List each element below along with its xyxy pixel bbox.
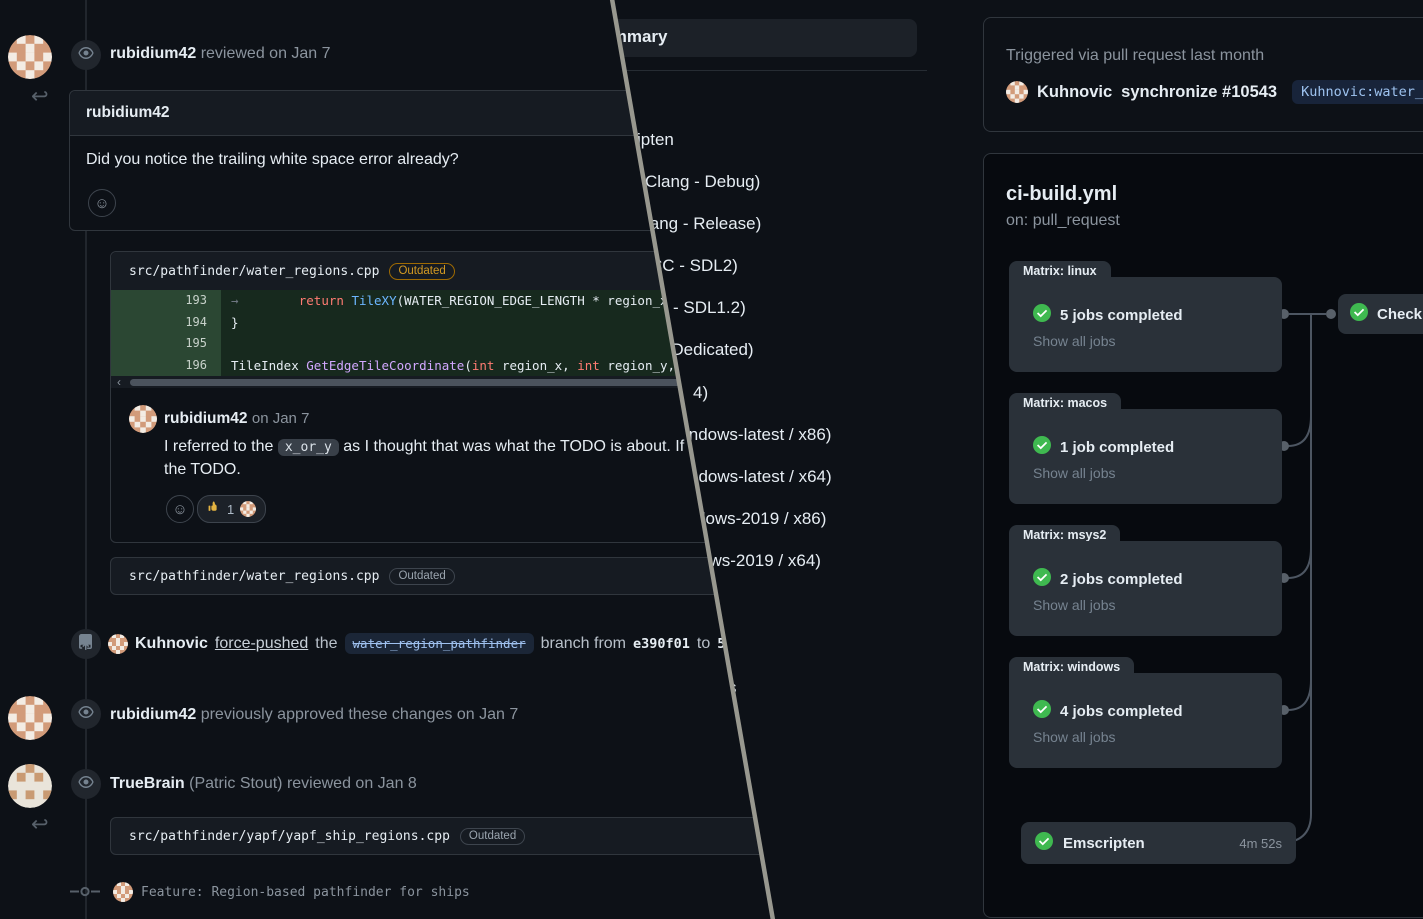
inline-comment-line2: the TODO. [164, 461, 241, 479]
outdated-badge: Outdated [389, 568, 454, 585]
matrix-card[interactable]: 1 job completed Show all jobs [1009, 409, 1282, 504]
avatar[interactable] [113, 882, 133, 902]
review-event: rubidium42 reviewed on Jan 7 [110, 45, 331, 63]
matrix-group-msys2[interactable]: Matrix: msys22 jobs completedShow all jo… [1009, 525, 1282, 637]
sidebar-job-item-fragment[interactable]: ipten [637, 130, 674, 150]
check-circle-icon [1033, 304, 1051, 326]
avatar[interactable] [1006, 81, 1028, 103]
repo-push-icon [71, 629, 101, 659]
eye-icon [71, 40, 101, 70]
avatar[interactable] [8, 696, 52, 740]
reaction-count: 1 [227, 502, 234, 517]
check-circle-icon [1350, 303, 1368, 326]
workflow-trigger: on: pull_request [1006, 212, 1120, 230]
show-all-jobs-link[interactable]: Show all jobs [1033, 333, 1116, 349]
job-name: Emscripten [1063, 835, 1145, 852]
matrix-status: 5 jobs completed [1060, 307, 1183, 324]
sidebar-job-item-fragment[interactable]: 4) [693, 383, 708, 403]
outdated-badge: Outdated [389, 263, 454, 280]
matrix-status: 2 jobs completed [1060, 571, 1183, 588]
file-path: src/pathfinder/water_regions.cpp [129, 264, 379, 279]
reply-arrow-icon: ↩ [31, 812, 49, 837]
matrix-group-windows[interactable]: Matrix: windows4 jobs completedShow all … [1009, 657, 1282, 769]
git-commit-icon [70, 884, 100, 904]
job-name: Check An [1377, 306, 1423, 323]
line-number[interactable]: 195 [111, 333, 221, 355]
eye-icon [71, 769, 101, 799]
line-number[interactable]: 196 [111, 355, 221, 377]
inline-meta: on Jan 7 [252, 410, 310, 427]
comment-body: Did you notice the trailing white space … [86, 151, 459, 169]
comment-author[interactable]: rubidium42 [86, 104, 170, 122]
force-push-action: force-pushed [215, 635, 308, 653]
show-all-jobs-link[interactable]: Show all jobs [1033, 597, 1116, 613]
outdated-badge: Outdated [460, 828, 525, 845]
avatar[interactable] [8, 35, 52, 79]
github-pr-composite: Summary iptenClang - Debug)lang - Releas… [0, 0, 1423, 919]
trigger-actor[interactable]: Kuhnovic [1037, 83, 1112, 102]
matrix-status: 1 job completed [1060, 439, 1174, 456]
force-push-event: Kuhnovic force-pushed the water_region_p… [108, 633, 806, 654]
trigger-row: Kuhnovic synchronize #10543 Kuhnovic:wat… [1006, 80, 1423, 104]
add-reaction-button[interactable]: ☺ [88, 189, 116, 217]
line-number[interactable]: 194 [111, 312, 221, 334]
job-duration: 4m 52s [1239, 836, 1282, 851]
reaction-pill[interactable]: 1 [197, 495, 266, 523]
job-node-check-annotations[interactable]: Check An [1338, 294, 1423, 334]
sidebar-job-item-fragment[interactable]: C - SDL1.2) [656, 298, 746, 318]
sidebar-job-item-fragment[interactable]: indows-latest / x86) [685, 425, 831, 445]
avatar[interactable] [108, 634, 128, 654]
sidebar-job-item-fragment[interactable]: dows-2019 / x86) [696, 509, 826, 529]
sidebar-job-item-fragment[interactable]: Clang - Debug) [645, 172, 760, 192]
force-push-actor[interactable]: Kuhnovic [135, 635, 208, 653]
matrix-group-macos[interactable]: Matrix: macos1 job completedShow all job… [1009, 393, 1282, 505]
check-circle-icon [1033, 700, 1051, 722]
thumbs-up-icon [207, 500, 221, 519]
scroll-left-arrow[interactable]: ‹ [117, 375, 121, 389]
inline-comment-header: rubidium42 on Jan 7 [164, 410, 309, 428]
eye-icon [71, 699, 101, 729]
review-event: TrueBrain (Patric Stout) reviewed on Jan… [110, 775, 417, 793]
matrix-card[interactable]: 2 jobs completed Show all jobs [1009, 541, 1282, 636]
commit-message[interactable]: Feature: Region-based pathfinder for shi… [141, 885, 470, 900]
inline-code-chip: x_or_y [278, 439, 339, 456]
reply-arrow-icon: ↩ [31, 84, 49, 109]
show-all-jobs-link[interactable]: Show all jobs [1033, 465, 1116, 481]
trigger-text: Triggered via pull request last month [1006, 47, 1264, 65]
add-reaction-button[interactable]: ☺ [166, 495, 194, 523]
avatar[interactable] [129, 405, 157, 433]
sidebar-job-item-fragment[interactable]: CC - SDL2) [650, 256, 738, 276]
approved-event: rubidium42 previously approved these cha… [110, 706, 518, 724]
show-all-jobs-link[interactable]: Show all jobs [1033, 729, 1116, 745]
file-path: src/pathfinder/yapf/yapf_ship_regions.cp… [129, 829, 450, 844]
file-path: src/pathfinder/water_regions.cpp [129, 569, 379, 584]
job-node-emscripten[interactable]: Emscripten 4m 52s [1021, 822, 1296, 864]
workflow-card: ci-build.yml on: pull_request Matrix: li… [983, 153, 1423, 918]
branch-label[interactable]: water_region_pathfinder [345, 633, 534, 654]
avatar[interactable] [8, 764, 52, 808]
trigger-event: synchronize #10543 [1121, 83, 1277, 102]
workflow-name: ci-build.yml [1006, 183, 1117, 206]
inline-author[interactable]: rubidium42 [164, 410, 248, 427]
sidebar-job-item-fragment[interactable]: lang - Release) [646, 214, 761, 234]
check-circle-icon [1033, 436, 1051, 458]
line-number[interactable]: 193 [111, 290, 221, 312]
inline-comment-line1: I referred to the x_or_y as I thought th… [164, 438, 733, 456]
check-circle-icon [1035, 832, 1053, 855]
sidebar-job-item-fragment[interactable]: ows-2019 / x64) [700, 551, 821, 571]
commit-sha[interactable]: e390f01 [633, 636, 690, 652]
branch-chip[interactable]: Kuhnovic:water_re [1292, 80, 1423, 104]
matrix-group-linux[interactable]: Matrix: linux5 jobs completedShow all jo… [1009, 261, 1282, 373]
reviewer-name[interactable]: rubidium42 [110, 45, 196, 62]
matrix-card[interactable]: 4 jobs completed Show all jobs [1009, 673, 1282, 768]
trigger-card: Triggered via pull request last month Ku… [983, 17, 1423, 132]
reviewer-name[interactable]: rubidium42 [110, 706, 196, 723]
review-meta: reviewed on Jan 7 [201, 45, 331, 62]
matrix-status: 4 jobs completed [1060, 703, 1183, 720]
sidebar-job-item-fragment[interactable]: ndows-latest / x64) [689, 467, 832, 487]
reviewer-name[interactable]: TrueBrain [110, 775, 185, 792]
check-circle-icon [1033, 568, 1051, 590]
avatar [240, 501, 256, 517]
matrix-card[interactable]: 5 jobs completed Show all jobs [1009, 277, 1282, 372]
